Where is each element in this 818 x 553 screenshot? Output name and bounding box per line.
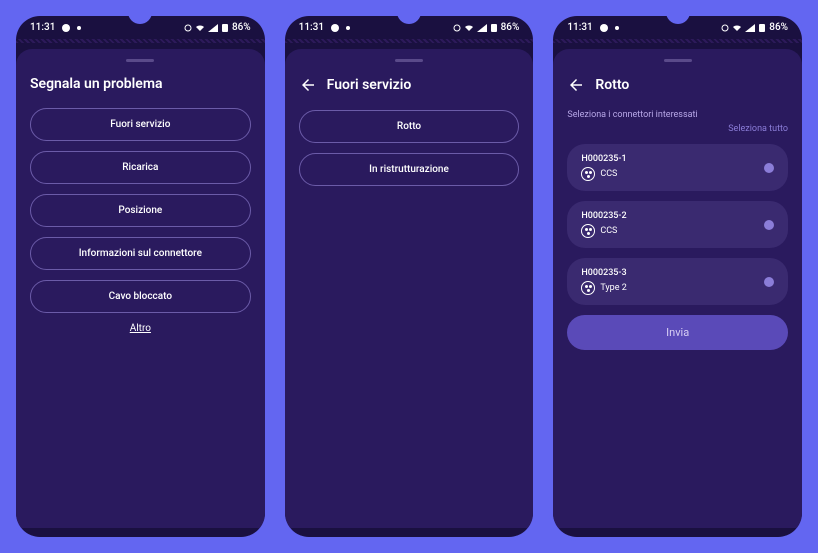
battery-icon: [758, 23, 766, 33]
status-battery: 86%: [232, 22, 251, 33]
plug-icon: [581, 281, 595, 295]
bottom-sheet: Segnala un problema Fuori servizio Ricar…: [16, 49, 265, 528]
sheet-grabber[interactable]: [395, 59, 423, 62]
chat-icon: [599, 23, 609, 33]
option-informazioni-connettore[interactable]: Informazioni sul connettore: [30, 237, 251, 270]
wifi-icon: [464, 24, 474, 32]
other-link[interactable]: Altro: [30, 323, 251, 334]
map-strip: [553, 39, 802, 43]
subtitle: Seleziona i connettori interessati: [567, 110, 788, 120]
phone-screen-2: 11:31 86% Fuori servizio Rotto I: [281, 12, 538, 541]
connector-item-1[interactable]: H000235-1 CCS: [567, 144, 788, 191]
battery-icon: [490, 23, 498, 33]
connector-type-label: CCS: [600, 169, 617, 179]
circle-icon: [453, 24, 461, 32]
phone-screen-3: 11:31 86% Rotto Seleziona i connettori: [549, 12, 806, 541]
status-battery: 86%: [769, 22, 788, 33]
sheet-grabber[interactable]: [664, 59, 692, 62]
status-time: 11:31: [299, 22, 324, 33]
radio-indicator: [764, 163, 774, 173]
submit-button[interactable]: Invia: [567, 315, 788, 350]
connector-item-2[interactable]: H000235-2 CCS: [567, 201, 788, 248]
option-ricarica[interactable]: Ricarica: [30, 151, 251, 184]
connector-id: H000235-3: [581, 268, 626, 278]
circle-icon: [184, 24, 192, 32]
connector-type-label: CCS: [600, 226, 617, 236]
status-time: 11:31: [567, 22, 592, 33]
map-strip: [285, 39, 534, 43]
signal-icon: [208, 24, 218, 32]
back-button[interactable]: [567, 76, 585, 94]
signal-icon: [477, 24, 487, 32]
chat-icon: [61, 23, 71, 33]
connector-type-label: Type 2: [600, 283, 626, 293]
back-button[interactable]: [299, 76, 317, 94]
chat-icon: [330, 23, 340, 33]
status-time: 11:31: [30, 22, 55, 33]
phone-screen-1: 11:31 86% Segnala un problema: [12, 12, 269, 541]
plug-icon: [581, 167, 595, 181]
radio-indicator: [764, 220, 774, 230]
option-posizione[interactable]: Posizione: [30, 194, 251, 227]
dot-icon: [77, 26, 81, 30]
wifi-icon: [195, 24, 205, 32]
circle-icon: [721, 24, 729, 32]
status-battery: 86%: [501, 22, 520, 33]
map-strip: [16, 39, 265, 43]
connector-id: H000235-2: [581, 211, 626, 221]
page-title: Fuori servizio: [327, 77, 412, 93]
option-in-ristrutturazione[interactable]: In ristrutturazione: [299, 153, 520, 186]
connector-item-3[interactable]: H000235-3 Type 2: [567, 258, 788, 305]
page-title: Rotto: [595, 77, 629, 93]
signal-icon: [745, 24, 755, 32]
dot-icon: [615, 26, 619, 30]
page-title: Segnala un problema: [30, 76, 163, 92]
sheet-grabber[interactable]: [126, 59, 154, 62]
option-fuori-servizio[interactable]: Fuori servizio: [30, 108, 251, 141]
battery-icon: [221, 23, 229, 33]
radio-indicator: [764, 277, 774, 287]
option-cavo-bloccato[interactable]: Cavo bloccato: [30, 280, 251, 313]
plug-icon: [581, 224, 595, 238]
option-rotto[interactable]: Rotto: [299, 110, 520, 143]
bottom-sheet: Rotto Seleziona i connettori interessati…: [553, 49, 802, 528]
dot-icon: [346, 26, 350, 30]
select-all-link[interactable]: Seleziona tutto: [728, 124, 788, 134]
connector-id: H000235-1: [581, 154, 626, 164]
wifi-icon: [732, 24, 742, 32]
bottom-sheet: Fuori servizio Rotto In ristrutturazione: [285, 49, 534, 528]
